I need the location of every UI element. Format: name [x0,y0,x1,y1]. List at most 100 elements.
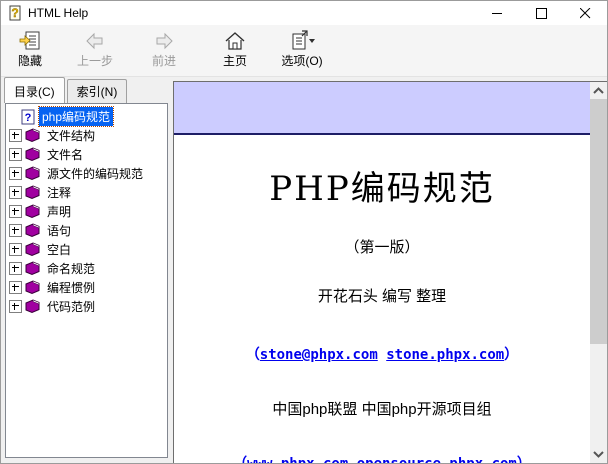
svg-text:?: ? [11,6,18,20]
tree-item-label: 代码范例 [44,297,98,316]
tree-item-file-name[interactable]: 文件名 [6,145,167,164]
toolbar: 隐藏 上一步 前进 主页 [1,25,607,77]
closed-book-icon [24,280,41,295]
closed-book-icon [24,299,41,314]
hide-button-label: 隐藏 [18,54,42,68]
tree-item-label: 语句 [44,221,74,240]
scroll-up-button[interactable] [590,82,607,99]
document-org-line: 中国php联盟 中国php开源项目组 [174,398,590,419]
topic-pane: PHP编码规范 （第一版） 开花石头 编写 整理 （stone@phpx.com… [173,81,607,463]
back-button-label: 上一步 [77,54,113,68]
tree-item-label: 文件名 [44,145,86,164]
minimize-button[interactable] [475,1,519,25]
tree-item-label: 声明 [44,202,74,221]
html-help-window: ? HTML Help 隐藏 [0,0,608,464]
tree-item-declarations[interactable]: 声明 [6,202,167,221]
titlebar: ? HTML Help [1,1,607,25]
scroll-down-button[interactable] [590,446,607,463]
tab-contents[interactable]: 目录(C) [4,77,65,103]
expand-plus-icon[interactable] [9,281,22,294]
closed-book-icon [24,242,41,257]
closed-book-icon [24,128,41,143]
tree-item-label: 注释 [44,183,74,202]
hide-button[interactable]: 隐藏 [3,28,57,70]
closed-book-icon [24,223,41,238]
home-icon [223,29,247,53]
expand-plus-icon[interactable] [9,186,22,199]
closed-book-icon [24,185,41,200]
tree-item-label: php编码规范 [39,107,113,126]
expand-plus-icon[interactable] [9,243,22,256]
close-icon [580,8,591,19]
tree-item-code-examples[interactable]: 代码范例 [6,297,167,316]
maximize-icon [536,8,547,19]
options-button[interactable]: 选项(O) [271,28,333,70]
expand-plus-icon[interactable] [9,129,22,142]
closed-book-icon [24,147,41,162]
tree-item-label: 源文件的编码规范 [44,164,146,183]
tree-item-label: 文件结构 [44,126,98,145]
chevron-down-icon [592,450,605,459]
link-opensource-site[interactable]: opensource.phpx.com [357,456,517,463]
document-edition: （第一版） [174,236,590,257]
minimize-icon [492,8,503,19]
vertical-scrollbar[interactable] [590,82,607,463]
options-icon [288,29,316,53]
tree-item-php-coding-standard[interactable]: ? php编码规范 [6,107,167,126]
contents-tree: ? php编码规范 文件结构 [5,103,168,458]
document-banner [174,82,590,135]
help-topic-icon: ? [21,109,35,125]
tab-index[interactable]: 索引(N) [67,79,128,103]
window-controls [475,1,607,25]
close-button[interactable] [563,1,607,25]
link-phpx-site[interactable]: www.phpx.com [247,456,348,463]
tree-item-whitespace[interactable]: 空白 [6,240,167,259]
svg-text:?: ? [24,112,31,124]
forward-button-label: 前进 [152,54,176,68]
tree-item-statements[interactable]: 语句 [6,221,167,240]
tree-item-naming[interactable]: 命名规范 [6,259,167,278]
closed-book-icon [24,261,41,276]
tree-item-label: 编程惯例 [44,278,98,297]
tree-item-label: 命名规范 [44,259,98,278]
nav-tabs: 目录(C) 索引(N) [1,77,173,103]
paren-close: ） [504,347,518,363]
expand-plus-icon[interactable] [9,167,22,180]
chevron-up-icon [592,86,605,95]
link-stone-site[interactable]: stone.phpx.com [386,347,504,363]
home-button-label: 主页 [223,54,247,68]
paren-close: ） [517,456,531,463]
closed-book-icon [24,204,41,219]
paren-open: （ [246,347,260,363]
document: PHP编码规范 （第一版） 开花石头 编写 整理 （stone@phpx.com… [174,82,590,463]
scrollbar-thumb[interactable] [590,99,607,344]
main-area: 目录(C) 索引(N) ? php编码规范 [1,77,607,463]
tree-item-file-structure[interactable]: 文件结构 [6,126,167,145]
document-author-line: 开花石头 编写 整理 [174,285,590,306]
forward-button[interactable]: 前进 [135,28,193,70]
tree-item-label: 空白 [44,240,74,259]
tree-item-source-encoding[interactable]: 源文件的编码规范 [6,164,167,183]
closed-book-icon [24,166,41,181]
document-contact-links: （stone@phpx.com stone.phpx.com） [174,344,590,364]
paren-open: （ [233,456,247,463]
maximize-button[interactable] [519,1,563,25]
navigation-pane: 目录(C) 索引(N) ? php编码规范 [1,77,173,463]
expand-plus-icon[interactable] [9,300,22,313]
link-stone-email[interactable]: stone@phpx.com [260,347,378,363]
home-button[interactable]: 主页 [211,28,259,70]
back-arrow-icon [84,30,106,52]
expand-plus-icon[interactable] [9,224,22,237]
document-title: PHP编码规范 [174,161,590,210]
tree-item-practices[interactable]: 编程惯例 [6,278,167,297]
help-question-icon: ? [7,5,23,21]
tree-item-comments[interactable]: 注释 [6,183,167,202]
back-button[interactable]: 上一步 [63,28,127,70]
expand-plus-icon[interactable] [9,262,22,275]
hide-panel-icon [18,29,42,53]
options-button-label: 选项(O) [281,54,322,68]
window-title: HTML Help [28,6,475,20]
expand-plus-icon[interactable] [9,205,22,218]
forward-arrow-icon [153,30,175,52]
expand-plus-icon[interactable] [9,148,22,161]
